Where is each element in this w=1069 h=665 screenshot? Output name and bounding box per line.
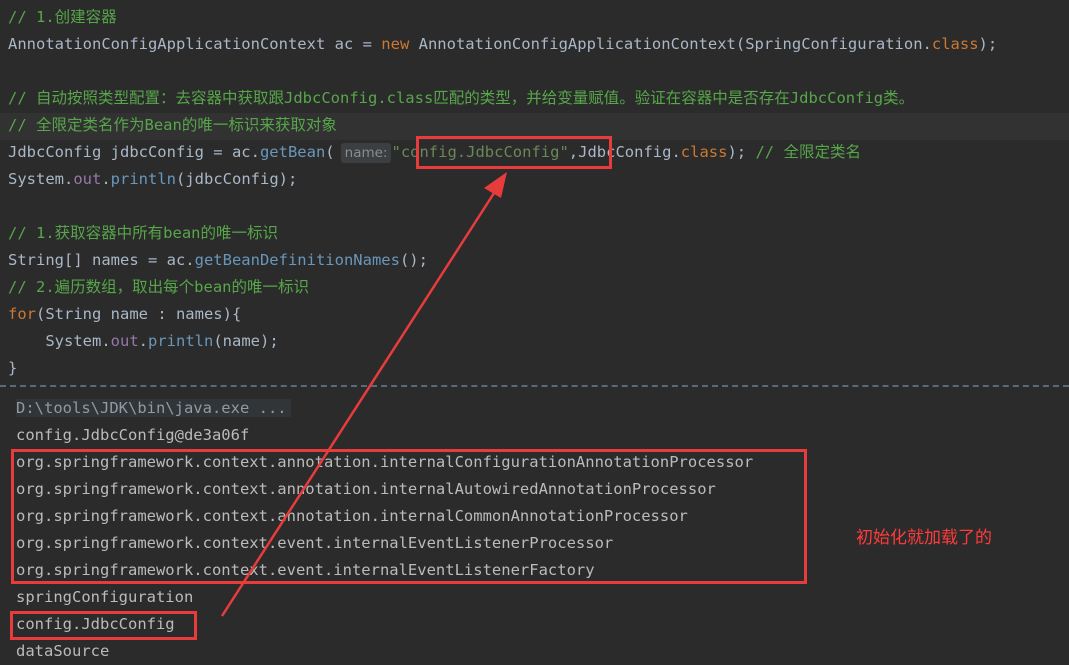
arrow-shaft [220, 189, 498, 617]
arrow-head [484, 172, 507, 198]
annotation-arrow [220, 172, 507, 617]
